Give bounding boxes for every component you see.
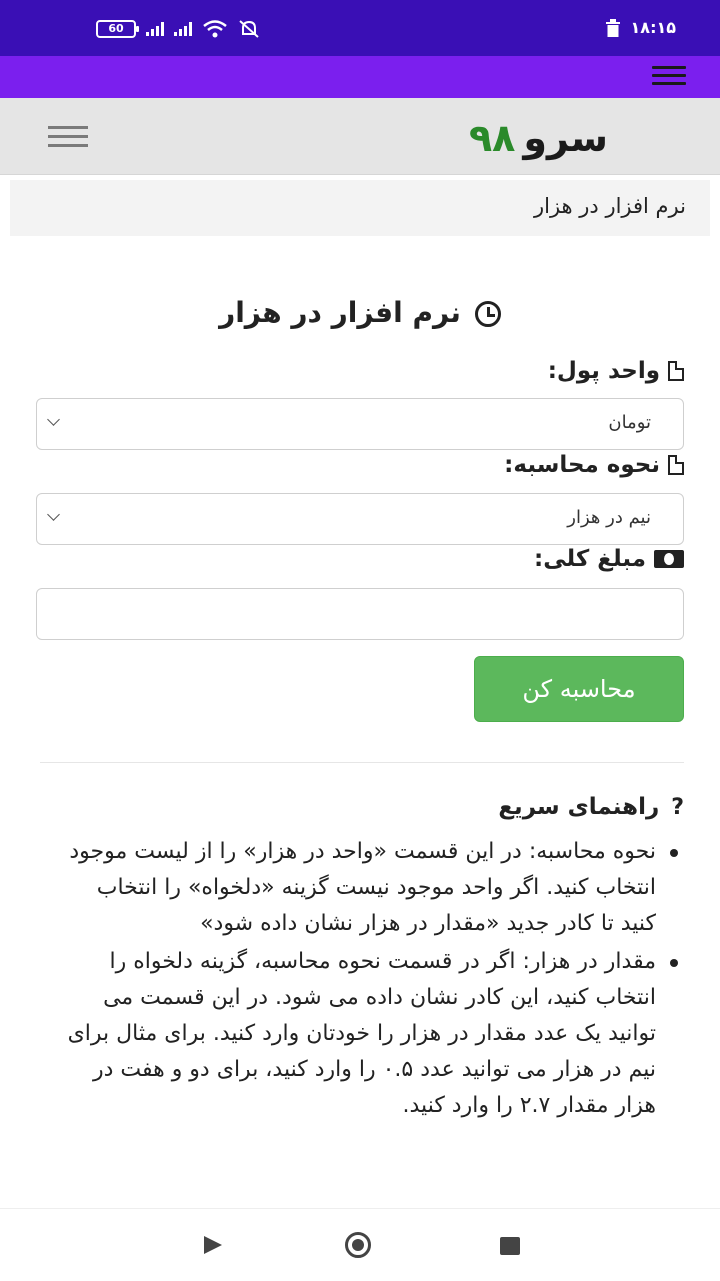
status-icons-left: 60 (96, 18, 260, 40)
battery-level: 60 (108, 22, 124, 35)
recent-apps-icon[interactable] (500, 1237, 520, 1255)
help-title: ? راهنمای سریع (498, 794, 684, 820)
clock-icon (474, 301, 501, 327)
amount-input[interactable] (36, 588, 684, 640)
method-label: نحوه محاسبه: (504, 452, 684, 478)
site-logo[interactable]: سرو۹۸ (469, 116, 608, 160)
calculate-button[interactable]: محاسبه کن (474, 656, 684, 722)
chevron-down-icon (47, 413, 60, 426)
amount-label: مبلغ کلی: (534, 546, 684, 572)
breadcrumb: نرم افزار در هزار (10, 180, 710, 236)
page-title: نرم افزار در هزار (0, 296, 720, 329)
help-item: مقدار در هزار: اگر در قسمت نحوه محاسبه، … (56, 944, 678, 1124)
app-bar (0, 56, 720, 98)
breadcrumb-current: نرم افزار در هزار (533, 194, 686, 218)
signal-icon-2 (174, 22, 192, 36)
signal-icon (146, 22, 164, 36)
battery-icon: 60 (96, 20, 139, 38)
method-select-value: نیم در هزار (567, 507, 651, 528)
question-icon: ? (671, 794, 684, 820)
help-list: نحوه محاسبه: در این قسمت «واحد در هزار» … (56, 834, 680, 1126)
method-select[interactable]: نیم در هزار (36, 493, 684, 545)
logo-number: ۹۸ (468, 116, 516, 160)
help-item: نحوه محاسبه: در این قسمت «واحد در هزار» … (56, 834, 678, 942)
clock-time: ۱۸:۱۵ (630, 18, 676, 37)
logo-text: سرو (523, 116, 608, 160)
amount-label-text: مبلغ کلی: (534, 546, 646, 572)
menu-icon[interactable] (652, 66, 686, 88)
method-label-text: نحوه محاسبه: (504, 452, 660, 478)
back-icon[interactable] (204, 1236, 222, 1254)
wifi-icon (203, 20, 227, 38)
file-icon (668, 455, 684, 475)
status-icons-right: ۱۸:۱۵ (605, 18, 676, 37)
status-bar: 60 ۱۸:۱۵ (0, 0, 720, 56)
help-title-text: راهنمای سریع (498, 794, 660, 820)
chevron-down-icon (47, 508, 60, 521)
site-menu-icon[interactable] (48, 126, 88, 148)
page-title-text: نرم افزار در هزار (219, 296, 461, 329)
currency-label: واحد پول: (548, 358, 684, 384)
currency-select-value: تومان (608, 412, 651, 433)
file-icon (668, 361, 684, 381)
system-nav-bar (0, 1208, 720, 1281)
site-header: سرو۹۸ (0, 98, 720, 175)
currency-label-text: واحد پول: (547, 358, 660, 384)
trash-icon (605, 18, 620, 37)
divider (40, 762, 684, 763)
currency-select[interactable]: تومان (36, 398, 684, 450)
bell-muted-icon (239, 20, 259, 38)
home-icon[interactable] (345, 1232, 371, 1258)
money-icon (654, 550, 684, 568)
